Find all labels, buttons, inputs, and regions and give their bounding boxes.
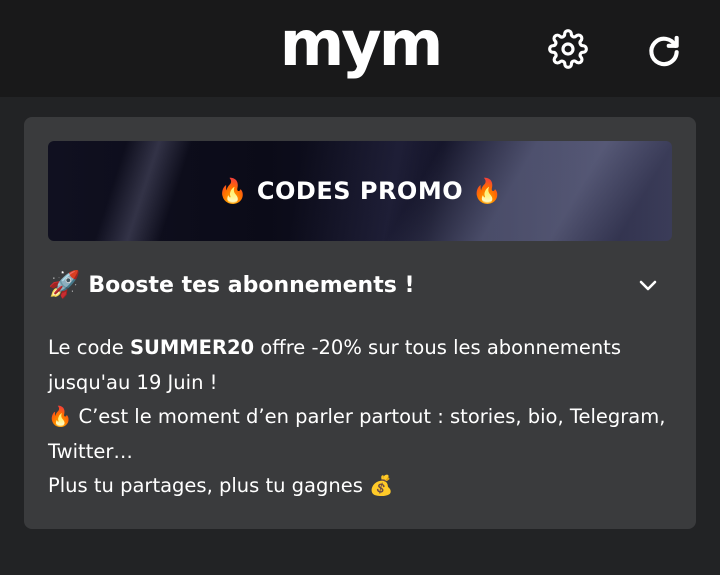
banner-title: 🔥 CODES PROMO 🔥 (218, 177, 503, 205)
money-bag-emoji: 💰 (369, 474, 394, 497)
settings-button[interactable] (546, 27, 590, 71)
mym-logo: mym (279, 7, 444, 80)
line1-prefix: Le code (48, 336, 130, 359)
fire-emoji-left: 🔥 (217, 177, 249, 205)
section-title: Booste tes abonnements ! (88, 272, 415, 298)
chevron-down-icon[interactable] (636, 273, 660, 297)
refresh-icon (649, 35, 679, 67)
promo-banner: 🔥 CODES PROMO 🔥 (48, 141, 672, 241)
line3: Plus tu partages, plus tu gagnes (48, 474, 370, 497)
promo-code: SUMMER20 (129, 336, 255, 359)
top-bar: mym (0, 0, 720, 97)
accordion-header[interactable]: 🚀 Booste tes abonnements ! (48, 265, 672, 305)
promo-description: Le code SUMMER20 offre -20% sur tous les… (48, 331, 678, 504)
refresh-button[interactable] (642, 27, 686, 71)
fire-emoji: 🔥 (48, 405, 73, 428)
promo-card: 🔥 CODES PROMO 🔥 🚀 Booste tes abonnements… (24, 117, 696, 529)
line2: C’est le moment d’en parler partout : st… (48, 405, 666, 463)
gear-icon (548, 29, 588, 69)
banner-title-text: CODES PROMO (256, 177, 464, 205)
fire-emoji-right: 🔥 (471, 177, 503, 205)
rocket-icon: 🚀 (48, 270, 81, 300)
